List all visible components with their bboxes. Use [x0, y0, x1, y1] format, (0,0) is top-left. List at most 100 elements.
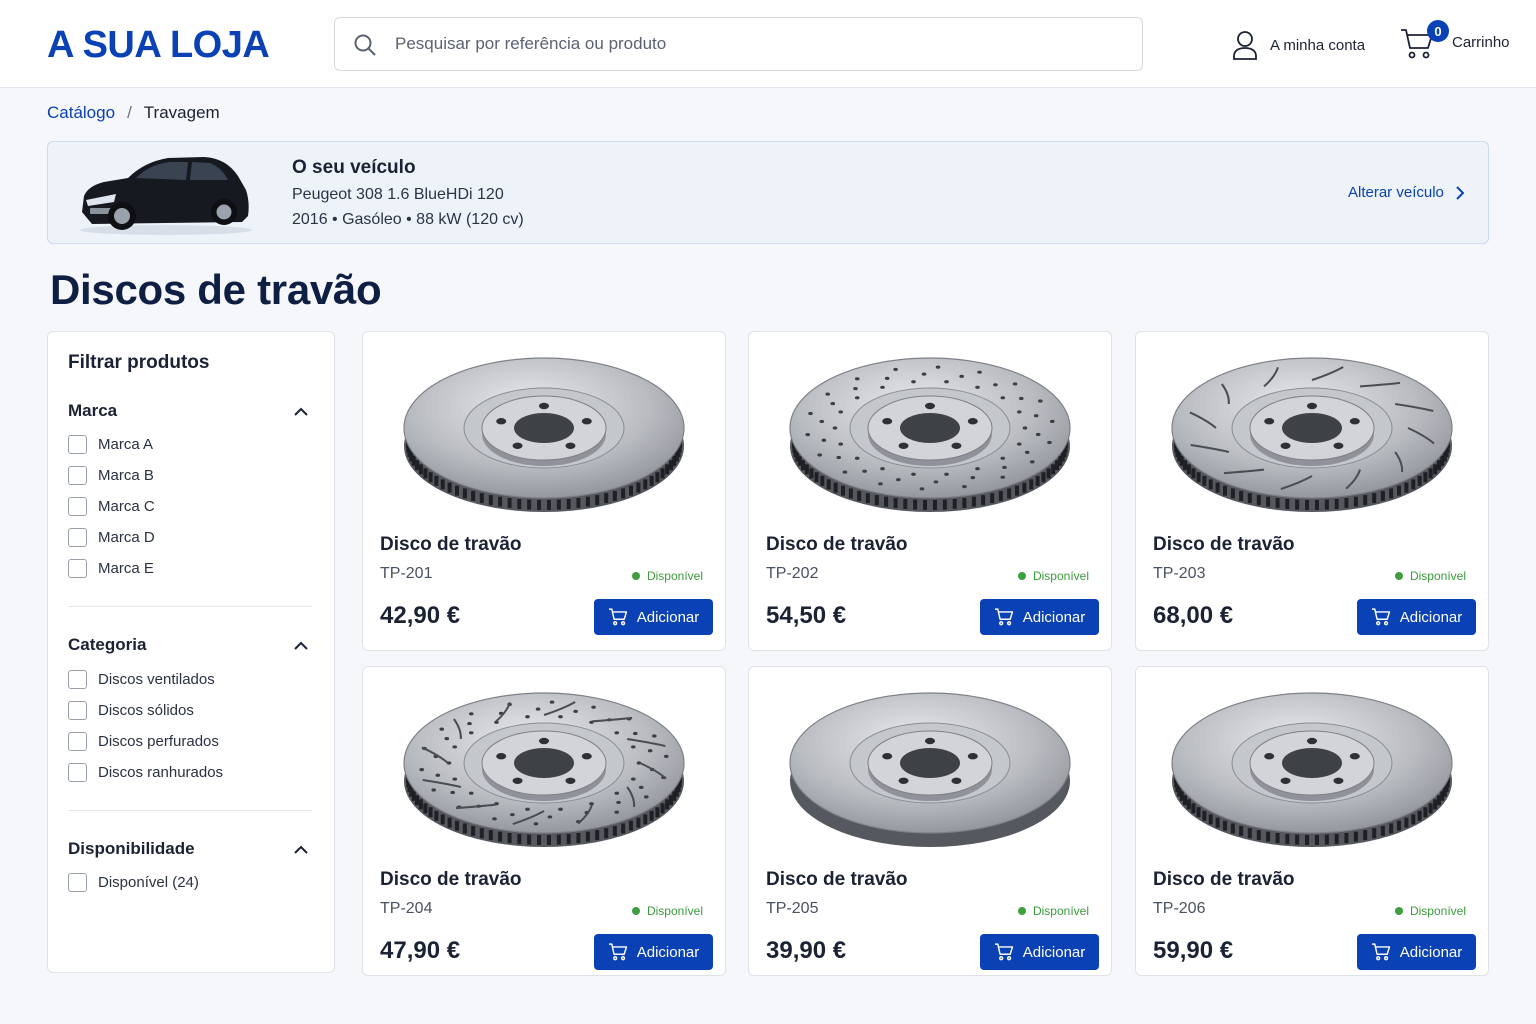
in-stock-dot-icon — [1017, 572, 1026, 580]
filter-option-marca-b[interactable]: Marca B — [68, 466, 154, 485]
product-name[interactable]: Disco de travão — [1153, 534, 1295, 556]
product-card[interactable]: Disco de travão TP-204 Disponível 47,90 … — [362, 666, 726, 976]
product-name[interactable]: Disco de travão — [1153, 869, 1295, 891]
add-to-cart-button[interactable]: Adicionar — [1357, 599, 1476, 635]
product-card[interactable]: Disco de travão TP-201 Disponível 42,90 … — [362, 331, 726, 651]
filters-panel: Filtrar produtos Marca Marca A Marca B M… — [47, 331, 335, 973]
in-stock-dot-icon — [631, 907, 640, 915]
add-to-cart-button[interactable]: Adicionar — [980, 599, 1099, 635]
brake-disc-image — [789, 357, 1071, 512]
product-image[interactable] — [1136, 681, 1488, 861]
product-card[interactable]: Disco de travão TP-205 Disponível 39,90 … — [748, 666, 1112, 976]
checkbox[interactable] — [68, 763, 87, 782]
add-to-cart-button[interactable]: Adicionar — [594, 934, 713, 970]
checkbox[interactable] — [68, 497, 87, 516]
chevron-up-icon — [294, 845, 308, 854]
filter-group-title: Disponibilidade — [68, 839, 195, 858]
product-image[interactable] — [363, 346, 725, 526]
breadcrumb-catalog[interactable]: Catálogo — [47, 103, 115, 123]
breadcrumb: Catálogo / Travagem — [47, 103, 220, 123]
cart-icon — [994, 943, 1013, 961]
filter-option-marca-e[interactable]: Marca E — [68, 559, 154, 578]
product-name[interactable]: Disco de travão — [380, 534, 522, 556]
checkbox[interactable] — [68, 528, 87, 547]
add-to-cart-label: Adicionar — [1022, 608, 1086, 626]
checkbox[interactable] — [68, 466, 87, 485]
search-bar[interactable] — [334, 17, 1143, 71]
product-card[interactable]: Disco de travão TP-202 Disponível 54,50 … — [748, 331, 1112, 651]
filter-option-drilled[interactable]: Discos perfurados — [68, 732, 219, 751]
product-price: 39,90 € — [766, 937, 847, 964]
stock-label: Disponível — [646, 904, 703, 918]
change-vehicle-label: Alterar veículo — [1348, 184, 1444, 201]
page-title: Discos de travão — [50, 266, 382, 313]
filter-option-marca-d[interactable]: Marca D — [68, 528, 155, 547]
product-ref: TP-201 — [380, 565, 433, 582]
store-logo[interactable]: A SUA LOJA — [47, 24, 270, 67]
checkbox[interactable] — [68, 701, 87, 720]
filter-option-slotted[interactable]: Discos ranhurados — [68, 763, 223, 782]
cart-icon — [608, 608, 627, 626]
filter-group-brand-toggle[interactable]: Marca — [68, 399, 308, 423]
car-image — [80, 157, 252, 235]
chevron-right-icon — [1456, 185, 1464, 200]
stock-status: Disponível — [1394, 904, 1466, 918]
filter-option-ventilated[interactable]: Discos ventilados — [68, 670, 215, 689]
stock-label: Disponível — [1032, 904, 1089, 918]
product-image[interactable] — [1136, 346, 1488, 526]
cart-link[interactable]: 0 Carrinho — [1400, 20, 1510, 62]
product-price: 54,50 € — [766, 602, 847, 629]
checkbox[interactable] — [68, 732, 87, 751]
product-name[interactable]: Disco de travão — [766, 534, 908, 556]
filter-option-label: Marca D — [98, 529, 155, 546]
filter-option-marca-c[interactable]: Marca C — [68, 497, 155, 516]
account-link[interactable]: A minha conta — [1232, 29, 1365, 61]
vehicle-specs: 2016 • Gasóleo • 88 kW (120 cv) — [292, 211, 524, 228]
filter-divider — [68, 810, 312, 811]
search-input[interactable] — [395, 28, 1115, 60]
filter-option-label: Marca B — [98, 467, 154, 484]
filter-group-title: Categoria — [68, 635, 147, 654]
stock-status: Disponível — [1017, 569, 1089, 583]
add-to-cart-button[interactable]: Adicionar — [980, 934, 1099, 970]
add-to-cart-label: Adicionar — [1399, 943, 1463, 961]
filter-option-label: Marca E — [98, 560, 154, 577]
cart-icon — [994, 608, 1013, 626]
brake-disc-image — [789, 692, 1071, 847]
breadcrumb-separator: / — [127, 103, 132, 122]
product-image[interactable] — [749, 346, 1111, 526]
filter-option-label: Marca A — [98, 436, 154, 453]
product-image[interactable] — [363, 681, 725, 861]
filter-group-availability-toggle[interactable]: Disponibilidade — [68, 837, 308, 861]
filter-option-label: Discos ventilados — [98, 671, 215, 688]
in-stock-dot-icon — [631, 572, 640, 580]
filter-option-label: Discos perfurados — [98, 733, 219, 750]
stock-label: Disponível — [646, 569, 703, 583]
checkbox[interactable] — [68, 873, 87, 892]
filter-option-available[interactable]: Disponível (24) — [68, 873, 199, 892]
stock-status: Disponível — [631, 904, 703, 918]
product-card[interactable]: Disco de travão TP-206 Disponível 59,90 … — [1135, 666, 1489, 976]
in-stock-dot-icon — [1394, 572, 1403, 580]
filter-group-category-toggle[interactable]: Categoria — [68, 633, 308, 657]
breadcrumb-current: Travagem — [143, 103, 220, 122]
product-image[interactable] — [749, 681, 1111, 861]
vehicle-banner: O seu veículo Peugeot 308 1.6 BlueHDi 12… — [47, 141, 1489, 244]
filter-option-marca-a[interactable]: Marca A — [68, 435, 153, 454]
filter-option-solid[interactable]: Discos sólidos — [68, 701, 194, 720]
checkbox[interactable] — [68, 670, 87, 689]
add-to-cart-button[interactable]: Adicionar — [1357, 934, 1476, 970]
product-name[interactable]: Disco de travão — [380, 869, 522, 891]
add-to-cart-label: Adicionar — [1022, 943, 1086, 961]
product-ref: TP-203 — [1153, 565, 1206, 582]
checkbox[interactable] — [68, 559, 87, 578]
product-card[interactable]: Disco de travão TP-203 Disponível 68,00 … — [1135, 331, 1489, 651]
product-price: 42,90 € — [380, 602, 461, 629]
change-vehicle-link[interactable]: Alterar veículo — [1348, 184, 1464, 201]
cart-label: Carrinho — [1452, 33, 1510, 51]
user-icon — [1233, 31, 1257, 60]
add-to-cart-button[interactable]: Adicionar — [594, 599, 713, 635]
checkbox[interactable] — [68, 435, 87, 454]
product-name[interactable]: Disco de travão — [766, 869, 908, 891]
site-header: A SUA LOJA A minha conta 0 Carrinho — [0, 0, 1536, 88]
